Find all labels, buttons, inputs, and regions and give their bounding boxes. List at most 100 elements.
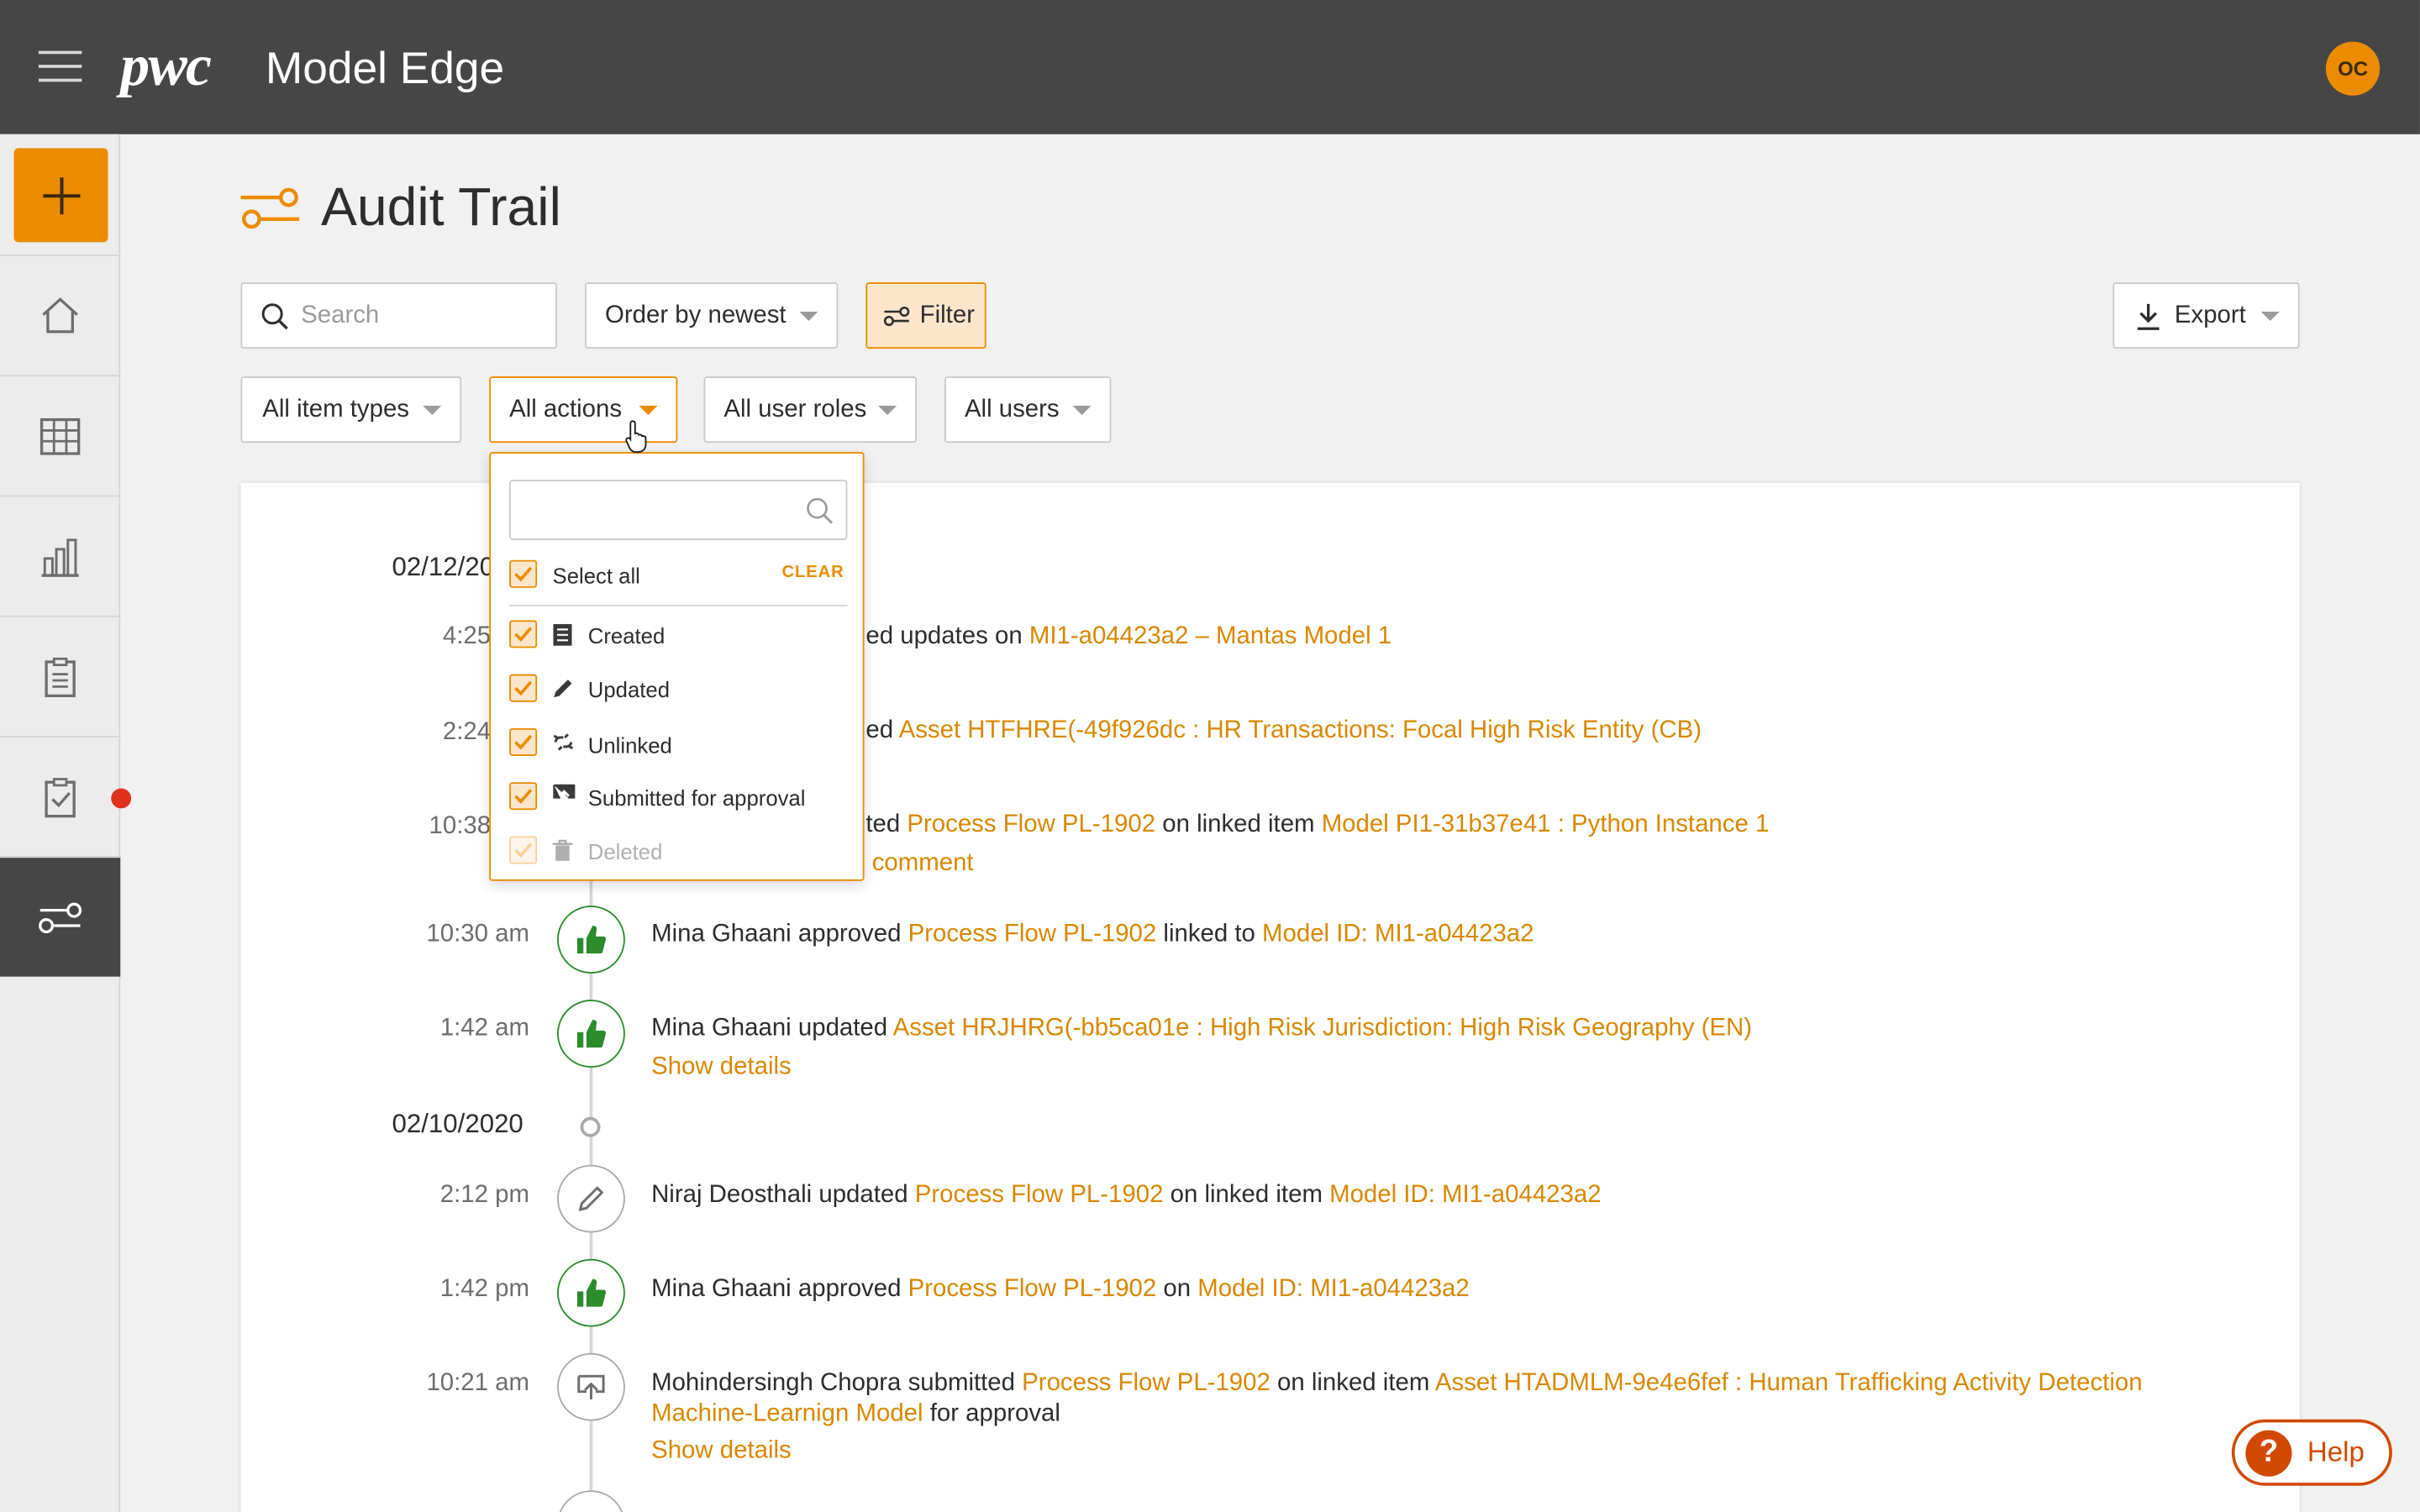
add-button[interactable]: [13, 148, 108, 243]
entry-link[interactable]: Model ID: MI1-a04423a2: [1197, 1276, 1469, 1302]
show-details-link[interactable]: Show details: [651, 1438, 792, 1466]
chevron-down-icon: [2260, 312, 2280, 322]
order-by-label: Order by newest: [604, 302, 786, 328]
clipboard-icon: [45, 656, 76, 697]
entry-link[interactable]: Process Flow PL-1902: [908, 921, 1157, 948]
entry-text: Niraj Deosthali updated Process Flow PL-…: [651, 1181, 1602, 1209]
users-label: All users: [964, 396, 1060, 423]
entry-text: Mina Ghaani approved Process Flow PL-190…: [651, 1275, 1470, 1303]
search-input[interactable]: Search: [240, 282, 558, 349]
sidebar-item-tasks[interactable]: [0, 615, 121, 736]
filter-icon: [883, 306, 910, 326]
submit-icon: [577, 1374, 605, 1399]
help-label: Help: [2307, 1436, 2365, 1467]
entry-link[interactable]: Process Flow PL-1902: [915, 1182, 1164, 1208]
show-details-link[interactable]: Show details: [651, 1053, 792, 1081]
filter-button[interactable]: Filter: [865, 282, 986, 349]
entry-user: Niraj Deosthali: [651, 1181, 813, 1209]
option-label: Created: [587, 623, 666, 648]
item-types-label: All item types: [262, 396, 409, 423]
order-by-select[interactable]: Order by newest: [585, 282, 839, 349]
entry-link[interactable]: Process Flow PL-1902: [1022, 1370, 1270, 1396]
sidebar-item-approvals[interactable]: [0, 736, 121, 856]
page-title: Audit Trail: [321, 177, 561, 238]
submitted-icon: [557, 1352, 625, 1421]
entry-time: 10:38: [429, 812, 492, 840]
search-icon: [261, 303, 288, 330]
unlink-icon: [553, 733, 574, 751]
menu-icon[interactable]: [38, 50, 82, 85]
dropdown-search-input[interactable]: [509, 480, 848, 540]
help-button[interactable]: ? Help: [2231, 1419, 2392, 1486]
option-label: Submitted for approval: [587, 785, 806, 811]
audit-trail-icon: [240, 187, 300, 229]
export-button[interactable]: Export: [2112, 282, 2300, 349]
sidebar-item-inventory[interactable]: [0, 375, 121, 495]
pencil-icon: [554, 680, 572, 698]
document-icon: [553, 623, 572, 646]
check-icon: [514, 680, 533, 696]
notification-dot: [111, 788, 132, 809]
search-placeholder: Search: [301, 302, 380, 328]
approved-icon: [557, 1258, 625, 1327]
sidebar-item-audit-trail[interactable]: [0, 856, 121, 977]
select-all-checkbox[interactable]: [509, 559, 538, 588]
entry-link[interactable]: Model PI1-31b37e41 : Python Instance 1: [1322, 811, 1770, 837]
thumbs-up-icon: [576, 1020, 607, 1048]
chevron-down-icon: [423, 406, 442, 416]
sidebar: [0, 134, 132, 1512]
entry-link[interactable]: Process Flow PL-1902: [908, 1276, 1157, 1302]
entry-link[interactable]: Model ID: MI1-a04423a2: [1329, 1182, 1601, 1208]
comment-link[interactable]: comment: [872, 850, 974, 878]
approved-icon: [557, 1000, 625, 1068]
entry-link[interactable]: Asset HRJHRG(-bb5ca01e : High Risk Juris…: [893, 1016, 1752, 1042]
help-icon: ?: [2245, 1429, 2292, 1476]
audit-trail-icon: [39, 901, 82, 933]
entry-user: Mina Ghaani: [651, 1275, 792, 1303]
option-label: Updated: [587, 677, 671, 702]
entry-text: ed Asset HTFHRE(-49f926dc : HR Transacti…: [865, 717, 1702, 744]
option-checkbox-submitted[interactable]: [509, 782, 538, 811]
entry-link[interactable]: MI1-a04423a2 – Mantas Model 1: [1029, 623, 1392, 649]
option-checkbox-unlinked[interactable]: [509, 727, 538, 756]
table-icon: [39, 417, 81, 454]
entry-time: 1:42 pm: [439, 1275, 529, 1303]
option-checkbox-updated[interactable]: [509, 674, 538, 702]
entry-time: 4:25: [442, 623, 492, 650]
submit-icon: [553, 784, 576, 804]
entry-text: Mina Ghaani updated Asset HRJHRG(-bb5ca0…: [651, 1015, 1753, 1042]
user-roles-label: All user roles: [723, 396, 867, 423]
option-checkbox-created[interactable]: [509, 620, 538, 648]
check-icon: [514, 734, 533, 750]
actions-label: All actions: [509, 396, 623, 423]
sidebar-item-reports[interactable]: [0, 495, 121, 616]
user-roles-select[interactable]: All user roles: [703, 376, 917, 444]
entry-link[interactable]: Asset HTFHRE(-49f926dc : HR Transactions…: [899, 717, 1702, 743]
option-label: Deleted: [587, 839, 663, 864]
product-name: Model Edge: [265, 45, 505, 95]
entry-link[interactable]: Model ID: MI1-a04423a2: [1262, 921, 1534, 948]
approved-icon: [557, 906, 625, 974]
bar-chart-icon: [41, 538, 79, 576]
entry-time: 2:12 pm: [439, 1181, 529, 1209]
option-checkbox-deleted[interactable]: [509, 836, 538, 864]
entry-time: 10:30 am: [426, 921, 529, 948]
home-icon: [42, 297, 78, 333]
chevron-down-icon: [1072, 406, 1092, 416]
chevron-down-icon: [799, 312, 818, 322]
check-icon: [514, 843, 533, 858]
entry-link[interactable]: Process Flow PL-1902: [907, 811, 1155, 837]
sidebar-item-home[interactable]: [0, 255, 121, 375]
dropdown-divider: [509, 604, 848, 606]
pencil-icon: [578, 1186, 604, 1211]
pwc-logo: pwc: [120, 34, 212, 99]
entry-time: 1:42 am: [439, 1015, 529, 1042]
trash-icon: [552, 839, 573, 861]
clear-link[interactable]: CLEAR: [781, 563, 844, 581]
users-select[interactable]: All users: [944, 376, 1112, 444]
chevron-down-icon: [639, 406, 658, 416]
item-types-select[interactable]: All item types: [240, 376, 462, 444]
check-icon: [514, 627, 533, 643]
entry-user: Mina Ghaani: [651, 1015, 792, 1042]
user-avatar[interactable]: OC: [2325, 41, 2381, 96]
